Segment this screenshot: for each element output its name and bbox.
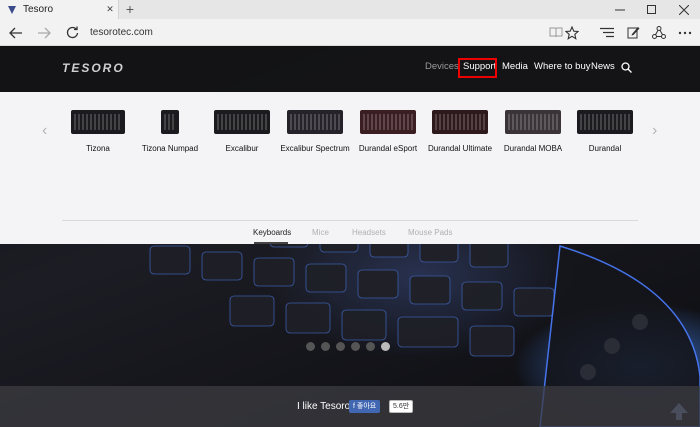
product-name: Durandal eSport (358, 144, 418, 153)
tesoro-website: TESORO Devices Support Media Where to bu… (0, 46, 700, 427)
minimize-button[interactable] (604, 0, 636, 19)
active-category-underline (254, 242, 288, 244)
hub-button[interactable] (595, 19, 619, 46)
back-icon (9, 27, 22, 38)
address-bar-row: tesorotec.com (0, 19, 700, 46)
slider-dot-active[interactable] (381, 342, 390, 351)
product-image (214, 110, 270, 134)
site-header: TESORO Devices Support Media Where to bu… (0, 46, 700, 92)
nav-news[interactable]: News (591, 61, 615, 72)
product-name: Tizona Numpad (141, 144, 199, 153)
refresh-button[interactable] (60, 19, 84, 46)
slider-dot[interactable] (366, 342, 375, 351)
category-mouse-pads[interactable]: Mouse Pads (408, 228, 452, 237)
favorite-button[interactable] (560, 19, 584, 46)
product-tizona[interactable]: Tizona (58, 110, 138, 153)
carousel-prev-icon[interactable]: ‹ (42, 122, 47, 140)
support-highlight-box (458, 58, 497, 78)
minimize-icon (615, 9, 625, 10)
product-name: Durandal Ultimate (427, 144, 493, 153)
product-name: Excalibur Spectrum (280, 144, 350, 153)
tesoro-logo[interactable]: TESORO (62, 61, 125, 75)
product-image (505, 110, 561, 134)
forward-button[interactable] (32, 19, 56, 46)
product-name: Excalibur (225, 144, 259, 153)
product-durandal-ultimate[interactable]: Durandal Ultimate (420, 110, 500, 153)
forward-icon (38, 27, 51, 38)
slider-dot[interactable] (321, 342, 330, 351)
product-image (287, 110, 343, 134)
web-note-icon (627, 27, 639, 39)
product-image (360, 110, 416, 134)
product-image (161, 110, 179, 134)
back-button[interactable] (4, 19, 28, 46)
like-tesoro-text: I like Tesoro! (297, 401, 353, 412)
tab-close-icon[interactable]: ✕ (102, 4, 118, 15)
share-icon (652, 26, 666, 39)
category-headsets[interactable]: Headsets (352, 228, 386, 237)
facebook-like-button[interactable]: f 좋아요 (349, 400, 381, 413)
window-close-icon (679, 4, 689, 15)
scroll-to-top-icon[interactable] (668, 401, 690, 421)
slider-pagination (306, 342, 390, 351)
product-tizona-numpad[interactable]: Tizona Numpad (130, 110, 210, 153)
product-excalibur[interactable]: Excalibur (202, 110, 282, 153)
category-keyboards[interactable]: Keyboards (253, 228, 291, 237)
nav-devices[interactable]: Devices (425, 61, 459, 72)
product-image (577, 110, 633, 134)
category-mice[interactable]: Mice (312, 228, 329, 237)
search-icon[interactable] (621, 62, 632, 73)
product-name: Durandal MOBA (503, 144, 563, 153)
slider-dot[interactable] (306, 342, 315, 351)
nav-media[interactable]: Media (502, 61, 528, 72)
product-image (71, 110, 125, 134)
url-field[interactable]: tesorotec.com (90, 19, 153, 46)
facebook-like-count: 5.6만 (389, 400, 414, 413)
favorite-star-icon (565, 25, 579, 40)
tab-bar: Tesoro ✕ + (0, 0, 700, 19)
maximize-button[interactable] (636, 0, 668, 19)
hub-icon (600, 27, 614, 38)
social-strip: I like Tesoro! f 좋아요 5.6만 (0, 386, 700, 427)
devices-dropdown: ‹ › Tizona Tizona Numpad Excalibur Excal… (0, 92, 700, 244)
product-name: Durandal (588, 144, 622, 153)
more-button[interactable] (673, 19, 697, 46)
window-close-button[interactable] (668, 0, 700, 19)
product-durandal-moba[interactable]: Durandal MOBA (493, 110, 573, 153)
refresh-icon (66, 26, 78, 39)
slider-dot[interactable] (336, 342, 345, 351)
browser-tab[interactable]: Tesoro ✕ (0, 0, 119, 19)
nav-where-to-buy[interactable]: Where to buy (534, 61, 591, 72)
web-note-button[interactable] (621, 19, 645, 46)
more-icon (678, 31, 692, 34)
carousel-next-icon[interactable]: › (652, 122, 657, 140)
slider-dot[interactable] (351, 342, 360, 351)
maximize-icon (647, 4, 656, 14)
product-image (432, 110, 488, 134)
tab-title: Tesoro (23, 4, 54, 15)
product-durandal[interactable]: Durandal (565, 110, 645, 153)
product-durandal-esport[interactable]: Durandal eSport (348, 110, 428, 153)
share-button[interactable] (647, 19, 671, 46)
new-tab-button[interactable]: + (122, 0, 138, 19)
tesoro-favicon-icon (8, 5, 16, 14)
product-excalibur-spectrum[interactable]: Excalibur Spectrum (275, 110, 355, 153)
product-name: Tizona (86, 144, 110, 153)
dropdown-divider (62, 220, 638, 221)
facebook-like-label: 좋아요 (356, 403, 377, 410)
